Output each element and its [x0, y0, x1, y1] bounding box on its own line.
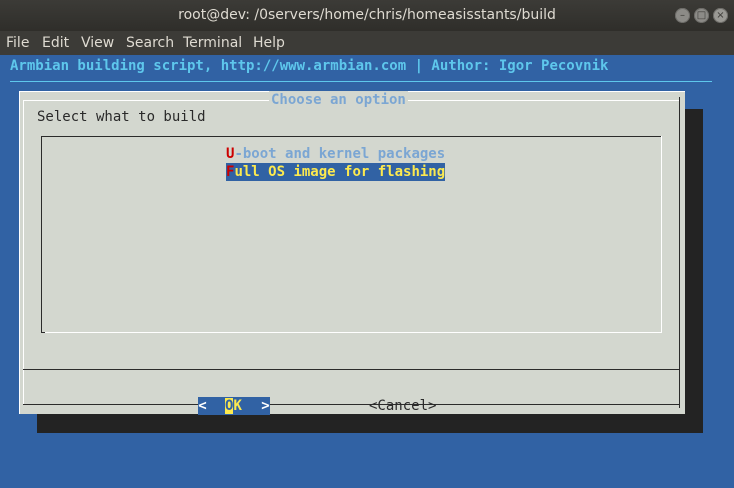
option-label: -boot and kernel packages	[234, 146, 446, 162]
backtitle-rule	[10, 81, 712, 82]
menu-edit[interactable]: Edit	[42, 35, 69, 51]
option-list: U-boot and kernel packages Full OS image…	[41, 136, 662, 337]
dialog-border-left	[23, 100, 24, 404]
ok-button-rest: K	[233, 398, 242, 414]
option-list-border-right	[661, 136, 662, 332]
title-bar[interactable]: root@dev: /0servers/home/chris/homeasiss…	[0, 0, 734, 31]
ok-button-left-bracket: <	[198, 398, 207, 414]
menu-help[interactable]: Help	[253, 35, 285, 51]
dialog-border-bottom	[23, 404, 680, 405]
option-label: ull OS image for flashing	[234, 164, 446, 180]
window-title: root@dev: /0servers/home/chris/homeasiss…	[178, 7, 556, 23]
menu-dialog: Choose an option Select what to build U-…	[19, 91, 685, 414]
minimize-button[interactable]: –	[675, 8, 690, 23]
option-list-border-bottom	[41, 332, 662, 333]
backtitle: Armbian building script, http://www.armb…	[10, 58, 609, 74]
cancel-button[interactable]: <Cancel>	[369, 397, 436, 415]
option-list-border-left	[41, 136, 42, 332]
ok-button-right-bracket: >	[261, 398, 270, 414]
maximize-button[interactable]: □	[694, 8, 709, 23]
option-list-corner	[41, 332, 45, 333]
dialog-prompt: Select what to build	[37, 109, 206, 125]
menu-file[interactable]: File	[6, 35, 29, 51]
dialog-button-separator	[23, 369, 679, 370]
menu-bar: File Edit View Search Terminal Help	[0, 31, 734, 55]
option-full-os-image[interactable]: Full OS image for flashing	[226, 163, 446, 181]
menu-view[interactable]: View	[81, 35, 114, 51]
option-list-border-top	[41, 136, 661, 137]
dialog-border-right	[679, 97, 680, 408]
ok-button-label: OK	[225, 397, 242, 415]
terminal-window: root@dev: /0servers/home/chris/homeasiss…	[0, 0, 734, 488]
option-uboot-kernel[interactable]: U-boot and kernel packages	[226, 145, 445, 163]
close-button[interactable]: ×	[713, 8, 728, 23]
terminal-area[interactable]: Armbian building script, http://www.armb…	[0, 55, 734, 488]
menu-terminal[interactable]: Terminal	[183, 35, 242, 51]
menu-search[interactable]: Search	[126, 35, 174, 51]
ok-button[interactable]: < OK >	[198, 397, 270, 415]
dialog-title: Choose an option	[269, 91, 408, 109]
